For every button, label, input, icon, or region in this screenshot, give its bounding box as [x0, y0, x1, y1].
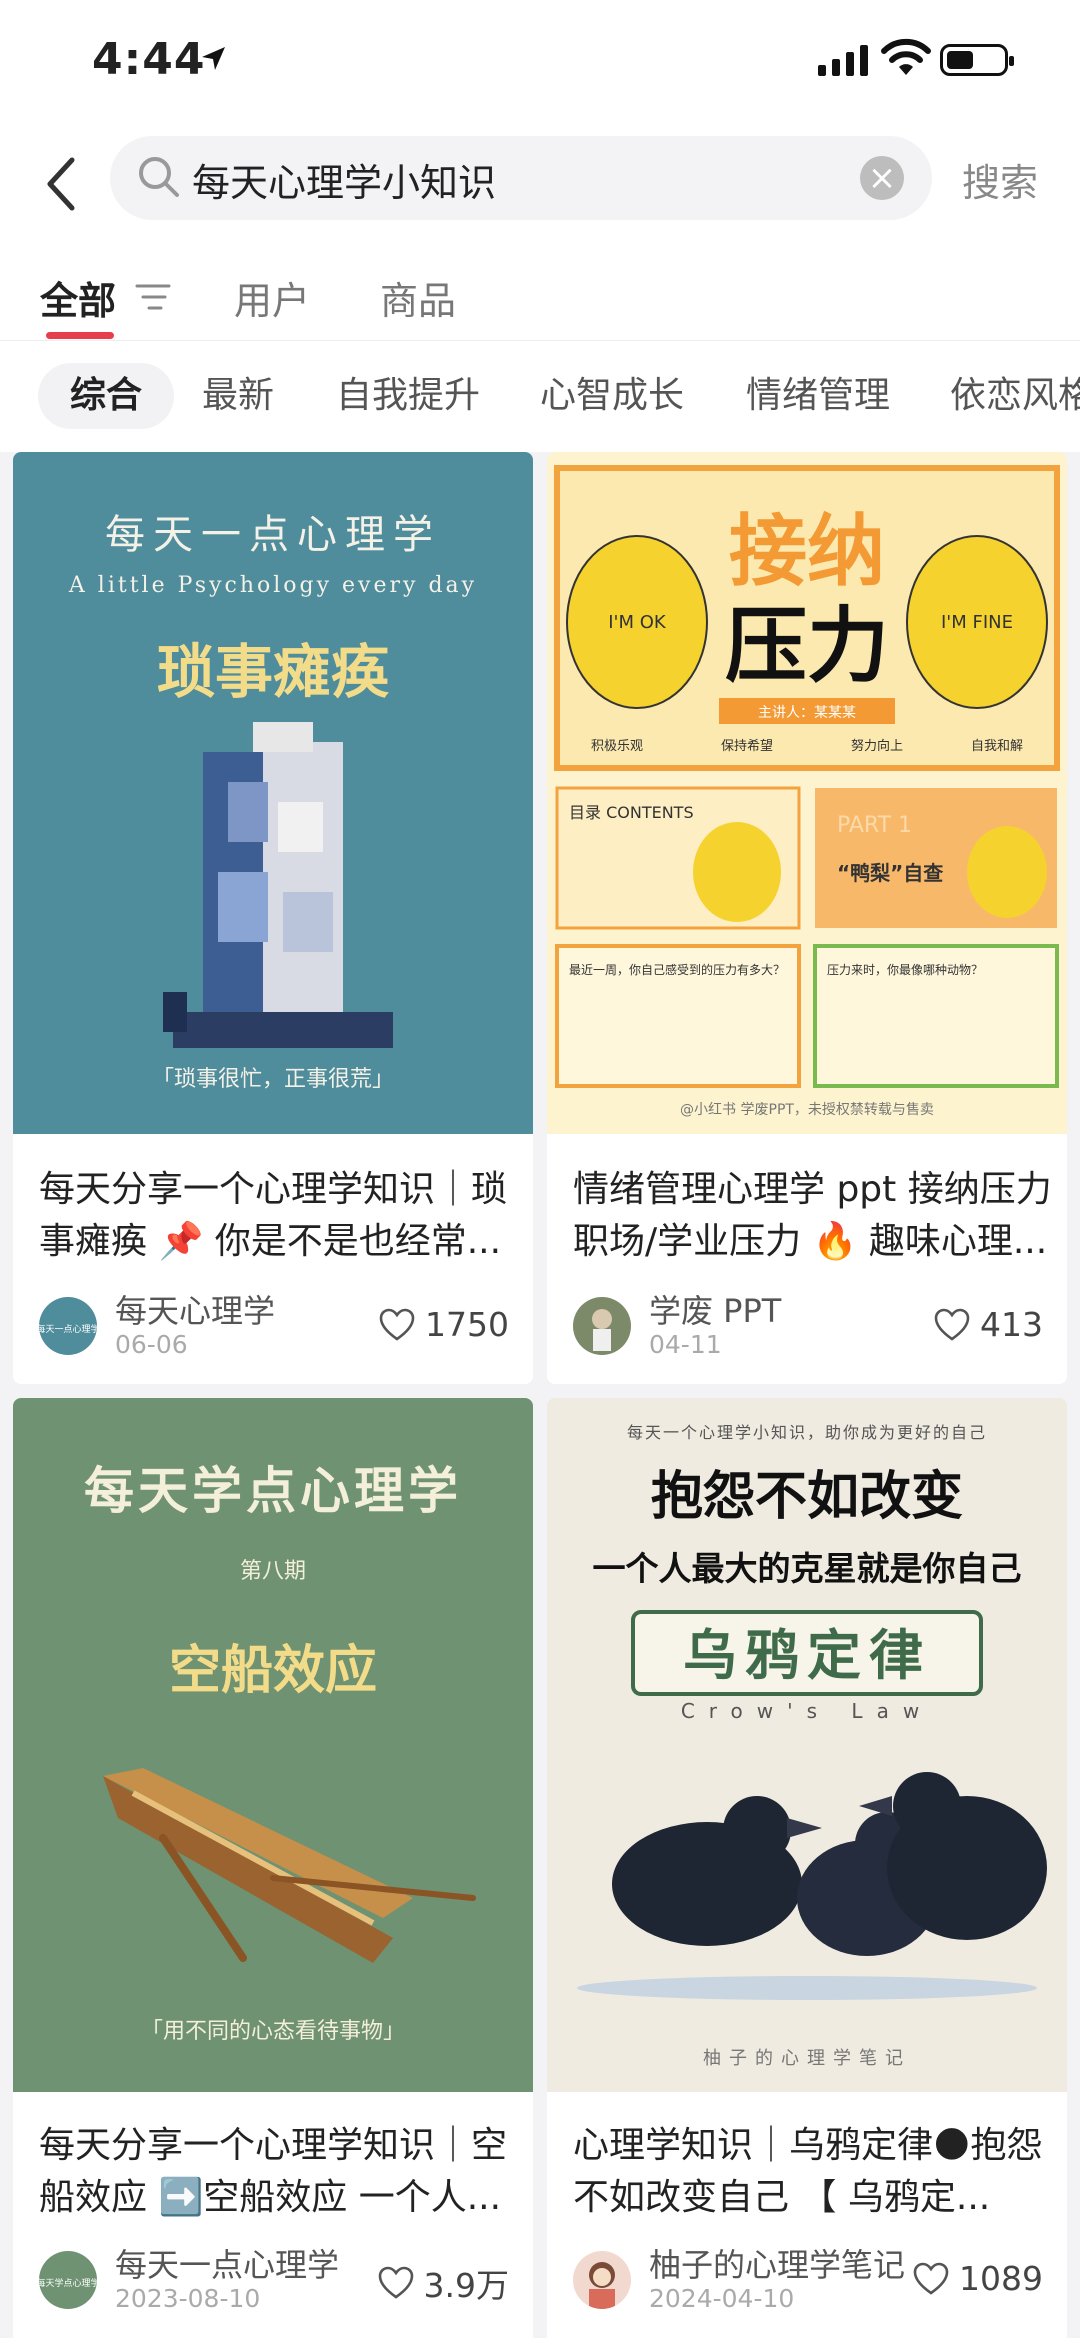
search-icon — [139, 157, 179, 197]
cover-footer: 柚子的心理学笔记 — [703, 2048, 911, 2069]
post-date: 2023-08-10 — [115, 2284, 261, 2313]
like-count: 413 — [980, 1305, 1043, 1344]
note-title: 每天分享一个心理学知识｜空船效应 ➡️空船效应 一个人... — [39, 2125, 508, 2218]
status-time: 4:44 — [92, 34, 206, 85]
avatar: 每天学点心理学 — [39, 2251, 97, 2309]
cover-subheading: A little Psychology every day — [68, 573, 477, 598]
cover-heading: 每天一点心理学 — [105, 512, 441, 558]
tab-all[interactable]: 全部 — [40, 270, 116, 325]
cellular-signal-icon — [818, 44, 868, 76]
part-label: PART 1 — [837, 813, 912, 838]
cover-line-2: 一个人最大的克星就是你自己 — [593, 1549, 1022, 1588]
active-tab-indicator — [46, 332, 114, 339]
note-cover-image: 每天一点心理学 A little Psychology every day 琐事… — [13, 452, 533, 1134]
note-author[interactable]: 柚子的心理学笔记 2024-04-10 — [573, 2246, 905, 2314]
like-count: 1750 — [425, 1305, 509, 1344]
note-cover-image: 每天一个心理学小知识，助你成为更好的自己 抱怨不如改变 一个人最大的克星就是你自… — [547, 1398, 1067, 2092]
avatar-label: 每天学点心理学 — [39, 2277, 97, 2289]
like-count: 1089 — [959, 2259, 1043, 2298]
category-chips: 综合 最新 自我提升 心智成长 情绪管理 依恋风格 — [0, 340, 1080, 452]
note-title: 情绪管理心理学 ppt 接纳压力 职场/学业压力 🔥 趣味心理... — [573, 1169, 1052, 1262]
author-name: 每天一点心理学 — [115, 2246, 340, 2284]
tab-products[interactable]: 商品 — [380, 270, 456, 325]
post-date: 2024-04-10 — [649, 2284, 795, 2313]
tab-users[interactable]: 用户 — [234, 270, 310, 325]
like-count: 3.9万 — [423, 2266, 509, 2305]
chip-emotion-management[interactable]: 情绪管理 — [746, 363, 890, 429]
avatar — [573, 2251, 631, 2309]
cover-topic: 乌鸦定律 — [683, 1624, 931, 1687]
cover-line-1: 抱怨不如改变 — [651, 1467, 963, 1527]
battery-icon — [940, 44, 1014, 76]
avatar: 每天一点心理学 — [39, 1297, 97, 1355]
search-results-page: 4:44 每天心理学小知识 × 搜索 全部 用户 商品 综合 最新 自我提升 心… — [0, 0, 1080, 2338]
cover-watermark: @小红书 学废PPT，未授权禁转载与售卖 — [680, 1102, 934, 1118]
note-card[interactable]: 每天一点心理学 A little Psychology every day 琐事… — [13, 452, 533, 1384]
note-card[interactable]: I'M OK I'M FINE 接纳 压力 主讲人：某某某 积极乐观 保持希望 … — [547, 452, 1067, 1384]
note-title: 每天分享一个心理学知识｜琐事瘫痪 📌 你是不是也经常... — [39, 1169, 508, 1262]
cover-issue: 第八期 — [240, 1559, 306, 1584]
note-author[interactable]: 学废 PPT 04-11 — [573, 1292, 781, 1360]
filter-icon[interactable] — [134, 282, 172, 312]
like-button[interactable]: 3.9万 — [378, 2259, 509, 2307]
chip-mind-growth[interactable]: 心智成长 — [540, 363, 684, 429]
cover-point: 自我和解 — [971, 739, 1023, 754]
cover-latin: Crow's Law — [681, 1699, 933, 1723]
search-query: 每天心理学小知识 — [192, 161, 497, 205]
cover-speaker: 主讲人：某某某 — [758, 705, 856, 721]
search-button[interactable]: 搜索 — [962, 152, 1038, 207]
like-button[interactable]: 413 — [934, 1305, 1043, 1344]
cover-heading: 每天学点心理学 — [84, 1461, 462, 1520]
cover-caption: 「琐事很忙，正事很荒」 — [152, 1067, 394, 1092]
back-chevron-icon[interactable] — [38, 150, 86, 218]
post-date: 04-11 — [649, 1330, 722, 1359]
cover-topic: 空船效应 — [169, 1641, 377, 1701]
cover-point: 积极乐观 — [591, 739, 643, 754]
chip-latest[interactable]: 最新 — [202, 363, 274, 429]
avatar-label: 每天一点心理学 — [39, 1323, 97, 1335]
contents-label: 目录 CONTENTS — [569, 803, 694, 822]
status-bar: 4:44 — [0, 0, 1080, 120]
post-date: 06-06 — [115, 1330, 188, 1359]
author-name: 每天心理学 — [115, 1292, 276, 1330]
cover-title-2: 压力 — [725, 599, 889, 694]
part-title: “鸭梨”自查 — [837, 861, 943, 885]
cover-caption: 「用不同的心态看待事物」 — [141, 2019, 405, 2044]
heart-icon — [913, 2262, 949, 2295]
cover-tagline: 每天一个心理学小知识，助你成为更好的自己 — [627, 1423, 987, 1442]
note-title: 心理学知识｜乌鸦定律🌑抱怨不如改变自己 【 乌鸦定... — [573, 2125, 1043, 2218]
cover-point: 努力向上 — [851, 738, 903, 754]
wifi-icon — [881, 38, 931, 75]
avatar — [573, 1297, 631, 1355]
author-name: 柚子的心理学笔记 — [649, 2246, 906, 2284]
pear-right-label: I'M FINE — [941, 612, 1013, 633]
quiz-question: 最近一周，你自己感受到的压力有多大？ — [569, 962, 785, 977]
note-author[interactable]: 每天一点心理学 每天心理学 06-06 — [39, 1292, 275, 1360]
pear-left-label: I'M OK — [608, 612, 667, 633]
search-input[interactable]: 每天心理学小知识 × — [110, 136, 932, 220]
quiz-question: 压力来时，你最像哪种动物？ — [827, 963, 983, 977]
search-header: 每天心理学小知识 × 搜索 全部 用户 商品 — [0, 120, 1080, 340]
note-card[interactable]: 每天一个心理学小知识，助你成为更好的自己 抱怨不如改变 一个人最大的克星就是你自… — [547, 1398, 1067, 2338]
note-cover-image: I'M OK I'M FINE 接纳 压力 主讲人：某某某 积极乐观 保持希望 … — [547, 452, 1067, 1134]
note-author[interactable]: 每天学点心理学 每天一点心理学 2023-08-10 — [39, 2246, 339, 2314]
heart-icon — [378, 2266, 413, 2299]
cover-topic: 琐事瘫痪 — [157, 638, 389, 706]
chip-self-improvement[interactable]: 自我提升 — [336, 363, 480, 429]
cover-point: 保持希望 — [721, 738, 773, 754]
chip-attachment-style[interactable]: 依恋风格 — [950, 363, 1080, 429]
clear-search-icon[interactable]: × — [860, 156, 904, 200]
note-cover-image: 每天学点心理学 第八期 空船效应 「用不同的心态看待事物」 — [13, 1398, 533, 2092]
chip-comprehensive[interactable]: 综合 — [38, 363, 175, 429]
like-button[interactable]: 1750 — [379, 1305, 509, 1344]
author-name: 学废 PPT — [649, 1292, 782, 1330]
location-arrow-icon — [202, 47, 225, 70]
note-card[interactable]: 每天学点心理学 第八期 空船效应 「用不同的心态看待事物」 每天分享一个心理学知… — [13, 1398, 533, 2338]
like-button[interactable]: 1089 — [913, 2259, 1043, 2298]
heart-icon — [379, 1308, 415, 1341]
result-type-tabs: 全部 用户 商品 — [0, 260, 1080, 340]
cover-title-1: 接纳 — [729, 507, 885, 597]
heart-icon — [934, 1308, 970, 1341]
